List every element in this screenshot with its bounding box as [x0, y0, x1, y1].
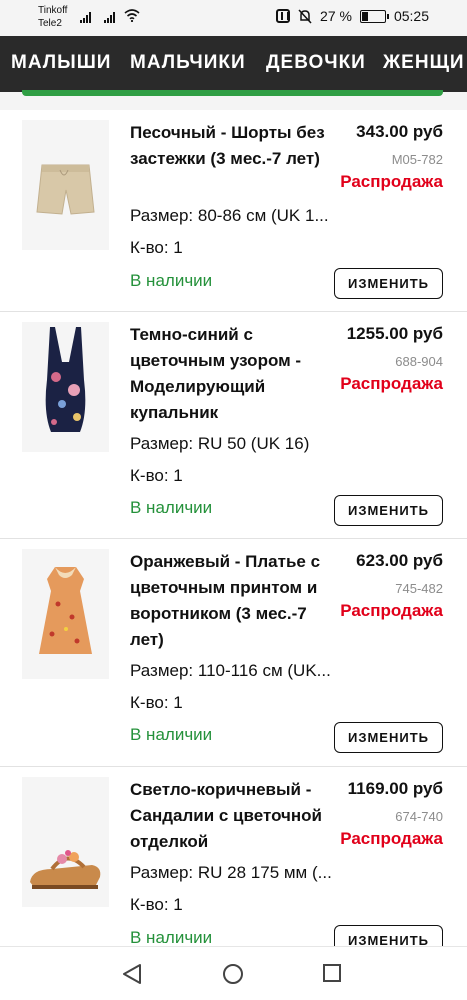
sale-label: Распродажа	[340, 829, 443, 848]
wifi-icon	[124, 9, 140, 22]
basket-item: Светло-коричневый - Сандалии с цветочной…	[0, 767, 467, 946]
stock-status: В наличии	[130, 498, 213, 517]
home-icon[interactable]	[222, 963, 244, 985]
carrier-2: Tele2	[38, 18, 62, 29]
product-quantity: К-во: 1	[130, 466, 183, 485]
carrier-1: Tinkoff	[38, 5, 68, 16]
back-icon[interactable]	[120, 963, 144, 985]
product-price: 343.00 руб	[356, 122, 443, 141]
product-price: 623.00 руб	[356, 551, 443, 570]
product-price: 1169.00 руб	[347, 779, 443, 798]
stock-status: В наличии	[130, 271, 213, 290]
carrier-names: Tinkoff Tele2	[38, 4, 67, 30]
signal-icon	[104, 11, 115, 23]
edit-button[interactable]: ИЗМЕНИТЬ	[334, 495, 443, 526]
product-image-swimsuit[interactable]	[22, 322, 109, 452]
category-tab-women[interactable]: ЖЕНЩИ	[383, 52, 465, 74]
product-code: 674-740	[395, 809, 443, 824]
mute-icon	[298, 8, 312, 24]
product-image-sandals[interactable]	[22, 777, 109, 907]
product-title[interactable]: Песочный - Шорты без застежки (3 мес.-7 …	[130, 120, 330, 172]
category-tab-girls[interactable]: ДЕВОЧКИ	[266, 52, 366, 74]
product-price: 1255.00 руб	[346, 324, 443, 343]
product-size: Размер: RU 50 (UK 16)	[130, 434, 310, 453]
basket-list[interactable]: Песочный - Шорты без застежки (3 мес.-7 …	[0, 110, 467, 946]
product-title[interactable]: Оранжевый - Платье с цветочным принтом и…	[130, 549, 330, 653]
status-bar: Tinkoff Tele2 27 % 05:25	[0, 0, 467, 36]
category-tab-babies[interactable]: МАЛЫШИ	[11, 52, 111, 74]
signal-icon	[80, 11, 91, 23]
product-size: Размер: 80-86 см (UK 1...	[130, 206, 329, 225]
clock: 05:25	[393, 8, 429, 24]
basket-item: Оранжевый - Платье с цветочным принтом и…	[0, 539, 467, 767]
category-tab-boys[interactable]: МАЛЬЧИКИ	[130, 52, 246, 74]
product-quantity: К-во: 1	[130, 693, 183, 712]
basket-item: Песочный - Шорты без застежки (3 мес.-7 …	[0, 110, 467, 312]
battery-percent: 27 %	[320, 8, 352, 24]
product-quantity: К-во: 1	[130, 895, 183, 914]
product-image-dress[interactable]	[22, 549, 109, 679]
sale-label: Распродажа	[340, 172, 443, 191]
product-title[interactable]: Светло-коричневый - Сандалии с цветочной…	[130, 777, 330, 855]
basket-item: Темно-синий с цветочным узором - Моделир…	[0, 312, 467, 539]
stock-status: В наличии	[130, 928, 213, 946]
edit-button[interactable]: ИЗМЕНИТЬ	[334, 722, 443, 753]
product-title[interactable]: Темно-синий с цветочным узором - Моделир…	[130, 322, 330, 426]
product-code: M05-782	[391, 152, 443, 167]
sale-label: Распродажа	[340, 374, 443, 393]
product-image-shorts[interactable]	[22, 120, 109, 250]
edit-button[interactable]: ИЗМЕНИТЬ	[334, 268, 443, 299]
product-code: 745-482	[395, 581, 443, 596]
sale-label: Распродажа	[340, 601, 443, 620]
checkout-button-edge[interactable]	[22, 90, 443, 96]
battery-icon	[359, 9, 389, 23]
nfc-icon	[276, 9, 291, 23]
product-size: Размер: 110-116 см (UK...	[130, 661, 331, 680]
category-nav: МАЛЫШИ МАЛЬЧИКИ ДЕВОЧКИ ЖЕНЩИ	[0, 36, 467, 92]
recents-icon[interactable]	[322, 963, 342, 983]
status-right: 27 % 05:25	[276, 8, 429, 24]
edit-button[interactable]: ИЗМЕНИТЬ	[334, 925, 443, 946]
system-nav-bar	[0, 946, 467, 1000]
battery-level	[361, 11, 369, 21]
product-quantity: К-во: 1	[130, 238, 183, 257]
stock-status: В наличии	[130, 725, 213, 744]
product-size: Размер: RU 28 175 мм (...	[130, 863, 332, 882]
product-code: 688-904	[395, 354, 443, 369]
